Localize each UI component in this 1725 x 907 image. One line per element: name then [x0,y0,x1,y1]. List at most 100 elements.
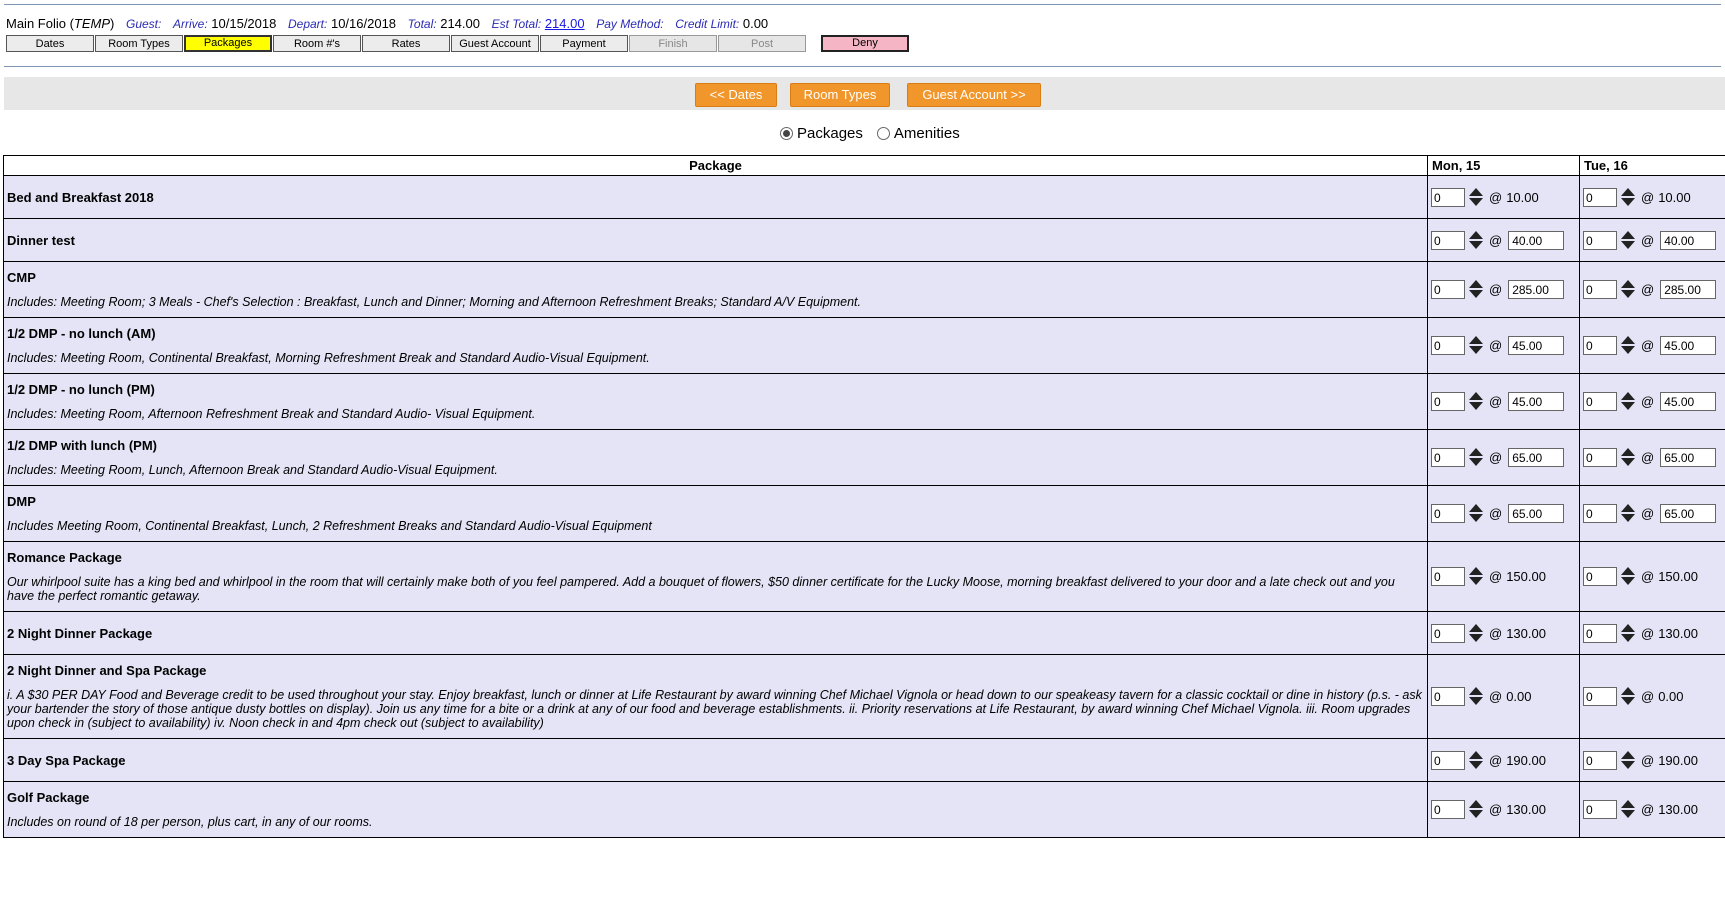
spinner-arrows-icon[interactable] [1621,392,1635,411]
folio-name: Main Folio [6,16,66,31]
price-input[interactable]: 40.00 [1660,230,1717,250]
spinner-arrows-icon[interactable] [1621,336,1635,355]
table-row: Bed and Breakfast 2018 0 @10.00 0 @10.00 [3,175,1725,219]
quantity-input[interactable]: 0 [1431,392,1465,411]
package-cell: 1/2 DMP - no lunch (PM) Includes: Meeting… [3,373,1428,430]
spinner-arrows-icon[interactable] [1469,750,1483,770]
tab-rates[interactable]: Rates [362,35,450,52]
price-value: 10.00 [1506,189,1539,205]
quantity-input[interactable]: 0 [1431,448,1465,467]
spinner-arrows-icon[interactable] [1621,687,1635,706]
at-symbol: @ [1641,802,1655,817]
spinner-arrows-icon[interactable] [1469,230,1483,250]
at-symbol: @ [1489,450,1503,465]
spinner-arrows-icon[interactable] [1621,800,1635,819]
tab-guest-account[interactable]: Guest Account [451,35,539,52]
spinner-arrows-icon[interactable] [1469,187,1483,207]
table-row: CMP Includes: Meeting Room; 3 Meals - Che… [3,261,1725,318]
table-header-row: Package Mon, 15 Tue, 16 [3,155,1725,176]
quantity-input[interactable]: 0 [1583,336,1617,355]
quantity-input[interactable]: 0 [1583,280,1617,299]
credit-limit-value: 0.00 [742,16,769,31]
quantity-input[interactable]: 0 [1431,280,1465,299]
spinner-arrows-icon[interactable] [1469,687,1483,706]
package-name: 2 Night Dinner and Spa Package [7,663,207,678]
day-cell: 0 @130.00 [1579,611,1725,655]
prev-dates-button[interactable]: << Dates [695,83,777,107]
quantity-input[interactable]: 0 [1431,750,1465,770]
table-row: 3 Day Spa Package 0 @190.00 0 @190.00 [3,738,1725,782]
price-input[interactable]: 285.00 [1660,280,1717,299]
quantity-input[interactable]: 0 [1431,800,1465,819]
quantity-input[interactable]: 0 [1431,187,1465,207]
price-input[interactable]: 45.00 [1660,336,1717,355]
quantity-input[interactable]: 0 [1431,623,1465,643]
day-cell: 0 @45.00 [1579,373,1725,430]
price-input[interactable]: 65.00 [1508,504,1565,523]
amenities-radio[interactable] [876,127,890,140]
package-description: Includes Meeting Room, Continental Break… [7,519,652,533]
spinner-arrows-icon[interactable] [1469,623,1483,643]
spinner-arrows-icon[interactable] [1469,392,1483,411]
price-input[interactable]: 65.00 [1660,504,1717,523]
spinner-arrows-icon[interactable] [1621,187,1635,207]
quantity-input[interactable]: 0 [1583,623,1617,643]
tab-payment[interactable]: Payment [540,35,628,52]
quantity-input[interactable]: 0 [1583,567,1617,586]
mode-selector: Packages Amenities [780,125,974,142]
at-symbol: @ [1489,282,1503,297]
tab-dates[interactable]: Dates [6,35,94,52]
spinner-arrows-icon[interactable] [1469,336,1483,355]
package-cell: Golf Package Includes on round of 18 per … [3,781,1428,838]
next-guest-account-button[interactable]: Guest Account >> [907,83,1041,107]
price-input[interactable]: 45.00 [1508,336,1565,355]
price-input[interactable]: 40.00 [1508,230,1565,250]
price-input[interactable]: 65.00 [1660,448,1717,467]
tab-post: Post [718,35,806,52]
package-cell: 2 Night Dinner and Spa Package i. A $30 P… [3,654,1428,739]
guest-label: Guest: [126,17,162,31]
price-input[interactable]: 285.00 [1508,280,1565,299]
quantity-input[interactable]: 0 [1431,230,1465,250]
quantity-input[interactable]: 0 [1431,687,1465,706]
day-cell: 0 @130.00 [1579,781,1725,838]
quantity-input[interactable]: 0 [1431,504,1465,523]
quantity-input[interactable]: 0 [1583,448,1617,467]
quantity-input[interactable]: 0 [1583,392,1617,411]
day-cell: 0 @10.00 [1427,175,1580,219]
package-cell: DMP Includes Meeting Room, Continental Br… [3,485,1428,542]
spinner-arrows-icon[interactable] [1469,567,1483,586]
quantity-input[interactable]: 0 [1431,567,1465,586]
spinner-arrows-icon[interactable] [1621,750,1635,770]
at-symbol: @ [1489,232,1503,248]
spinner-arrows-icon[interactable] [1621,623,1635,643]
room-types-button[interactable]: Room Types [790,83,890,107]
quantity-input[interactable]: 0 [1583,800,1617,819]
spinner-arrows-icon[interactable] [1621,504,1635,523]
tab-room-s[interactable]: Room #'s [273,35,361,52]
tab-room-types[interactable]: Room Types [95,35,183,52]
spinner-arrows-icon[interactable] [1469,504,1483,523]
tab-deny[interactable]: Deny [821,35,909,52]
spinner-arrows-icon[interactable] [1469,448,1483,467]
at-symbol: @ [1641,282,1655,297]
packages-radio[interactable] [780,127,793,140]
spinner-arrows-icon[interactable] [1621,448,1635,467]
quantity-input[interactable]: 0 [1583,187,1617,207]
spinner-arrows-icon[interactable] [1621,280,1635,299]
price-input[interactable]: 45.00 [1508,392,1565,411]
quantity-input[interactable]: 0 [1583,230,1617,250]
total-value: 214.00 [440,16,480,31]
price-input[interactable]: 45.00 [1660,392,1717,411]
price-input[interactable]: 65.00 [1508,448,1565,467]
spinner-arrows-icon[interactable] [1469,280,1483,299]
quantity-input[interactable]: 0 [1583,504,1617,523]
spinner-arrows-icon[interactable] [1469,800,1483,819]
quantity-input[interactable]: 0 [1431,336,1465,355]
tab-packages[interactable]: Packages [184,35,272,52]
spinner-arrows-icon[interactable] [1621,567,1635,586]
quantity-input[interactable]: 0 [1583,750,1617,770]
est-total-link[interactable]: 214.00 [545,16,585,31]
spinner-arrows-icon[interactable] [1621,230,1635,250]
quantity-input[interactable]: 0 [1583,687,1617,706]
